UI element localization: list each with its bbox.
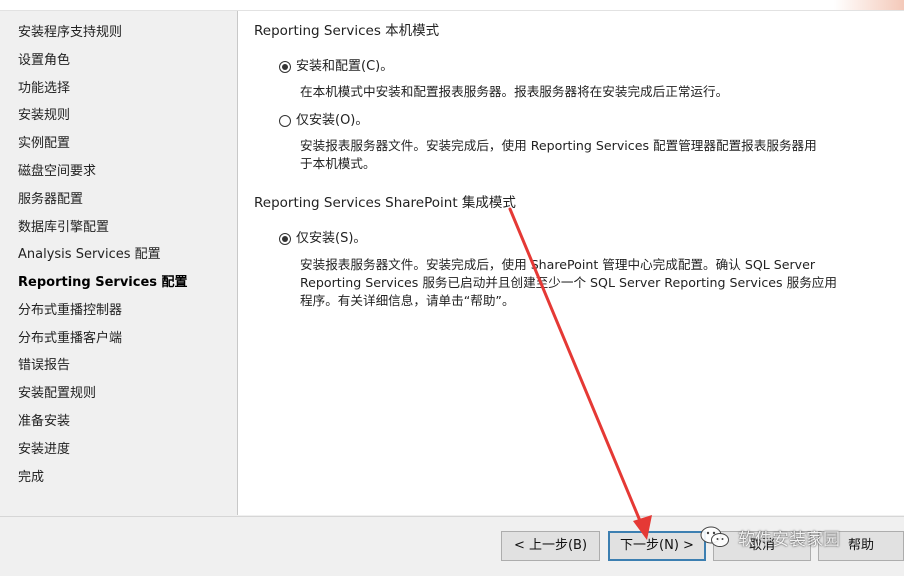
step-item[interactable]: Analysis Services 配置 bbox=[18, 247, 161, 263]
window-top-strip bbox=[0, 0, 904, 11]
description-line: Reporting Services 服务已启动并且创建至少一个 SQL Ser… bbox=[300, 275, 837, 290]
native-install-only-description: 安装报表服务器文件。安装完成后，使用 Reporting Services 配置… bbox=[300, 137, 817, 173]
cancel-button[interactable]: 取消 bbox=[713, 531, 811, 561]
option-label: 仅安装(O)。 bbox=[296, 113, 369, 128]
description-line: 于本机模式。 bbox=[300, 156, 376, 171]
button-bar: < 上一步(B) 下一步(N) > 取消 帮助 bbox=[0, 516, 904, 576]
sharepoint-install-only-description: 安装报表服务器文件。安装完成后，使用 SharePoint 管理中心完成配置。确… bbox=[300, 256, 837, 310]
help-button[interactable]: 帮助 bbox=[818, 531, 904, 561]
step-item[interactable]: 分布式重播客户端 bbox=[18, 331, 122, 347]
step-item[interactable]: 安装程序支持规则 bbox=[18, 25, 122, 41]
step-item[interactable]: 设置角色 bbox=[18, 53, 70, 69]
next-button[interactable]: 下一步(N) > bbox=[608, 531, 706, 561]
native-mode-title: Reporting Services 本机模式 bbox=[254, 23, 440, 39]
option-label: 安装和配置(C)。 bbox=[296, 59, 394, 74]
step-navigation: 安装程序支持规则 设置角色 功能选择 安装规则 实例配置 磁盘空间要求 服务器配… bbox=[0, 11, 238, 515]
step-item[interactable]: 准备安装 bbox=[18, 414, 70, 430]
step-item[interactable]: 功能选择 bbox=[18, 81, 70, 97]
description-line: 程序。有关详细信息，请单击“帮助”。 bbox=[300, 293, 515, 308]
step-item[interactable]: 错误报告 bbox=[18, 358, 70, 374]
description-line: 安装报表服务器文件。安装完成后，使用 Reporting Services 配置… bbox=[300, 138, 817, 153]
step-item[interactable]: 安装进度 bbox=[18, 442, 70, 458]
radio-selected-icon bbox=[279, 233, 291, 245]
step-item[interactable]: 完成 bbox=[18, 470, 44, 486]
setup-window: 安装程序支持规则 设置角色 功能选择 安装规则 实例配置 磁盘空间要求 服务器配… bbox=[0, 0, 904, 576]
radio-unselected-icon bbox=[279, 115, 291, 127]
step-item[interactable]: 实例配置 bbox=[18, 136, 70, 152]
radio-selected-icon bbox=[279, 61, 291, 73]
step-item[interactable]: 服务器配置 bbox=[18, 192, 83, 208]
native-install-configure-description: 在本机模式中安装和配置报表服务器。报表服务器将在安装完成后正常运行。 bbox=[300, 84, 729, 99]
step-item-active[interactable]: Reporting Services 配置 bbox=[18, 275, 188, 291]
sharepoint-install-only-radio[interactable]: 仅安装(S)。 bbox=[279, 230, 366, 248]
content-panel: Reporting Services 本机模式 安装和配置(C)。 在本机模式中… bbox=[238, 11, 904, 515]
step-item[interactable]: 安装规则 bbox=[18, 108, 70, 124]
option-label: 仅安装(S)。 bbox=[296, 231, 367, 246]
step-item[interactable]: 数据库引擎配置 bbox=[18, 220, 109, 236]
step-item[interactable]: 分布式重播控制器 bbox=[18, 303, 122, 319]
step-item[interactable]: 磁盘空间要求 bbox=[18, 164, 96, 180]
description-line: 安装报表服务器文件。安装完成后，使用 SharePoint 管理中心完成配置。确… bbox=[300, 257, 816, 272]
back-button[interactable]: < 上一步(B) bbox=[501, 531, 600, 561]
native-install-only-radio[interactable]: 仅安装(O)。 bbox=[279, 112, 368, 130]
sharepoint-mode-title: Reporting Services SharePoint 集成模式 bbox=[254, 195, 516, 211]
step-item[interactable]: 安装配置规则 bbox=[18, 386, 96, 402]
native-install-configure-radio[interactable]: 安装和配置(C)。 bbox=[279, 58, 393, 76]
